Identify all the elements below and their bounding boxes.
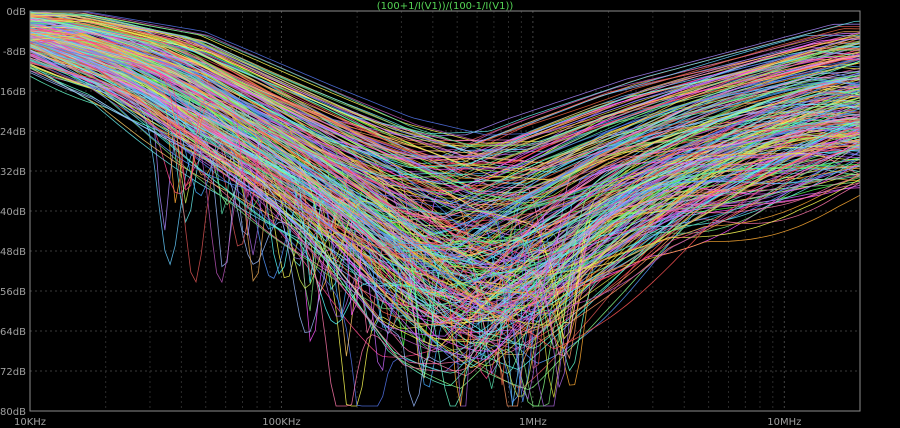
x-tick-label: 10MHz [767,417,801,428]
plot-window: 0dB -8dB -16dB -24dB -32dB -40dB -48dB -56dB -64… [0,0,900,428]
y-tick-label: -24dB [0,127,26,138]
chart-title: (100+1/I(V1))/(100-1/I(V1)) [377,1,514,12]
y-tick-label: -32dB [0,167,26,178]
y-tick-label: -40dB [0,207,26,218]
y-tick-label: 0dB [6,7,26,18]
y-tick-label: -56dB [0,287,26,298]
y-tick-label: -48dB [0,247,26,258]
x-tick-label: 1MHz [519,417,547,428]
x-tick-label: 100KHz [262,417,300,428]
y-tick-label: -16dB [0,87,26,98]
y-tick-label: -72dB [0,367,26,378]
y-tick-label: -8dB [3,47,26,58]
bode-plot: 0dB -8dB -16dB -24dB -32dB -40dB -48dB -56dB -64… [0,0,900,428]
x-tick-label: 10KHz [14,417,46,428]
y-tick-label: -64dB [0,327,26,338]
